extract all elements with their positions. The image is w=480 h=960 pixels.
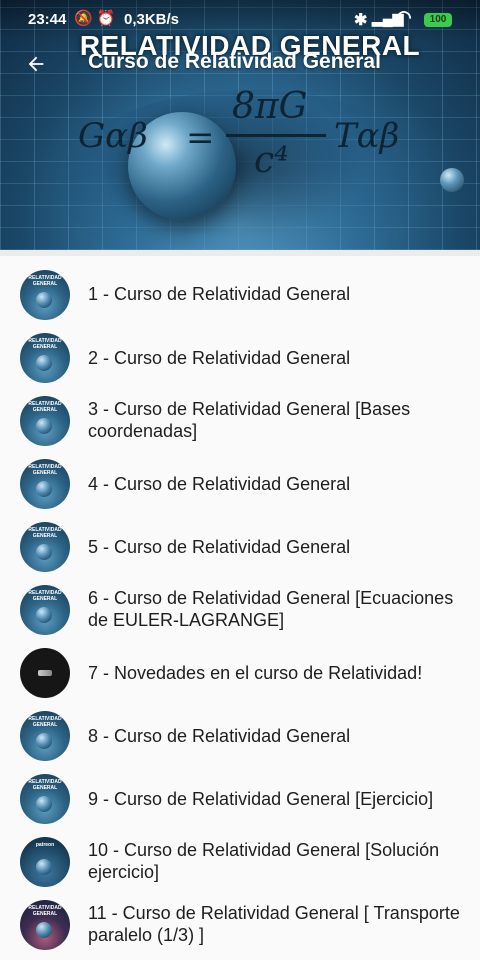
bluetooth-icon: ✱ bbox=[354, 12, 368, 29]
video-thumbnail: RELATIVIDAD GENERAL bbox=[20, 711, 70, 761]
list-item-title: 11 - Curso de Relatividad General [ Tran… bbox=[88, 903, 460, 945]
video-list: RELATIVIDAD GENERAL 1 - Curso de Relativ… bbox=[0, 250, 480, 960]
list-item-title: 9 - Curso de Relatividad General [Ejerci… bbox=[88, 789, 434, 809]
fraction-bar bbox=[226, 134, 326, 137]
video-thumbnail: RELATIVIDAD GENERAL bbox=[20, 333, 70, 383]
list-item-title: 4 - Curso de Relatividad General bbox=[88, 474, 351, 494]
list-item-title: 5 - Curso de Relatividad General bbox=[88, 537, 351, 557]
thumbnail-label: RELATIVIDAD GENERAL bbox=[28, 338, 62, 350]
equation-numerator: 8πG bbox=[232, 86, 308, 127]
status-time: 23:44 bbox=[28, 11, 67, 28]
video-thumbnail bbox=[20, 648, 70, 698]
list-item-title: 10 - Curso de Relatividad General [Soluc… bbox=[88, 840, 440, 882]
thumbnail-label: RELATIVIDAD GENERAL bbox=[28, 905, 62, 917]
list-item[interactable]: RELATIVIDAD GENERAL 9 - Curso de Relativ… bbox=[0, 768, 480, 830]
thumbnail-label: RELATIVIDAD GENERAL bbox=[28, 464, 62, 476]
arrow-back-icon bbox=[28, 56, 44, 72]
list-item-title: 7 - Novedades en el curso de Relatividad… bbox=[88, 663, 423, 683]
list-item-title: 3 - Curso de Relatividad General [Bases … bbox=[88, 399, 411, 441]
equation-rhs: Tαβ bbox=[334, 116, 400, 156]
equation-denominator: c⁴ bbox=[254, 140, 289, 181]
equation-lhs: Gαβ bbox=[78, 116, 148, 156]
small-sphere bbox=[440, 168, 464, 192]
equation-equals: = bbox=[186, 118, 215, 158]
list-item-title: 1 - Curso de Relatividad General bbox=[88, 284, 351, 304]
list-item[interactable]: 7 - Novedades en el curso de Relatividad… bbox=[0, 642, 480, 704]
list-item[interactable]: patreon 10 - Curso de Relatividad Genera… bbox=[0, 831, 480, 893]
list-item[interactable]: RELATIVIDAD GENERAL 4 - Curso de Relativ… bbox=[0, 453, 480, 515]
toolbar-title: Curso de Relatividad General bbox=[88, 50, 381, 73]
video-thumbnail: RELATIVIDAD GENERAL bbox=[20, 774, 70, 824]
thumbnail-label: RELATIVIDAD GENERAL bbox=[28, 275, 62, 287]
video-thumbnail: RELATIVIDAD GENERAL bbox=[20, 270, 70, 320]
list-item[interactable]: RELATIVIDAD GENERAL 5 - Curso de Relativ… bbox=[0, 516, 480, 578]
list-item-title: 2 - Curso de Relatividad General bbox=[88, 348, 351, 368]
video-thumbnail: RELATIVIDAD GENERAL bbox=[20, 522, 70, 572]
thumbnail-label: RELATIVIDAD GENERAL bbox=[28, 401, 62, 413]
einstein-equation: Gαβ = 8πG c⁴ Tαβ bbox=[78, 86, 418, 186]
list-item[interactable]: RELATIVIDAD GENERAL 11 - Curso de Relati… bbox=[0, 894, 480, 956]
network-speed: 0,3KB/s bbox=[124, 11, 180, 28]
thumbnail-label: RELATIVIDAD GENERAL bbox=[28, 527, 62, 539]
battery-icon: 100 bbox=[424, 13, 452, 27]
back-button[interactable] bbox=[16, 46, 56, 82]
list-item[interactable]: RELATIVIDAD GENERAL 8 - Curso de Relativ… bbox=[0, 705, 480, 767]
list-item[interactable]: RELATIVIDAD GENERAL 2 - Curso de Relativ… bbox=[0, 327, 480, 389]
thumbnail-label: RELATIVIDAD GENERAL bbox=[28, 590, 62, 602]
video-thumbnail: patreon bbox=[20, 837, 70, 887]
video-thumbnail: RELATIVIDAD GENERAL bbox=[20, 459, 70, 509]
video-thumbnail: RELATIVIDAD GENERAL bbox=[20, 396, 70, 446]
thumbnail-label: RELATIVIDAD GENERAL bbox=[28, 716, 62, 728]
video-thumbnail: RELATIVIDAD GENERAL bbox=[20, 900, 70, 950]
list-item[interactable]: RELATIVIDAD GENERAL 3 - Curso de Relativ… bbox=[0, 390, 480, 452]
list-item[interactable]: RELATIVIDAD GENERAL 6 - Curso de Relativ… bbox=[0, 579, 480, 641]
list-item-title: 8 - Curso de Relatividad General bbox=[88, 726, 351, 746]
thumbnail-label: RELATIVIDAD GENERAL bbox=[28, 779, 62, 791]
mute-alarm-icons: 🔕 ⏰ bbox=[74, 10, 116, 27]
list-item[interactable]: RELATIVIDAD GENERAL 1 - Curso de Relativ… bbox=[0, 264, 480, 326]
thumbnail-label: patreon bbox=[35, 842, 55, 848]
wifi-icon: ◠ bbox=[396, 7, 412, 27]
video-thumbnail: RELATIVIDAD GENERAL bbox=[20, 585, 70, 635]
status-bar: 23:44 🔕 ⏰ 0,3KB/s ✱ ▂▄▆ ◠ 100 bbox=[0, 0, 480, 40]
list-item-title: 6 - Curso de Relatividad General [Ecuaci… bbox=[88, 588, 454, 630]
